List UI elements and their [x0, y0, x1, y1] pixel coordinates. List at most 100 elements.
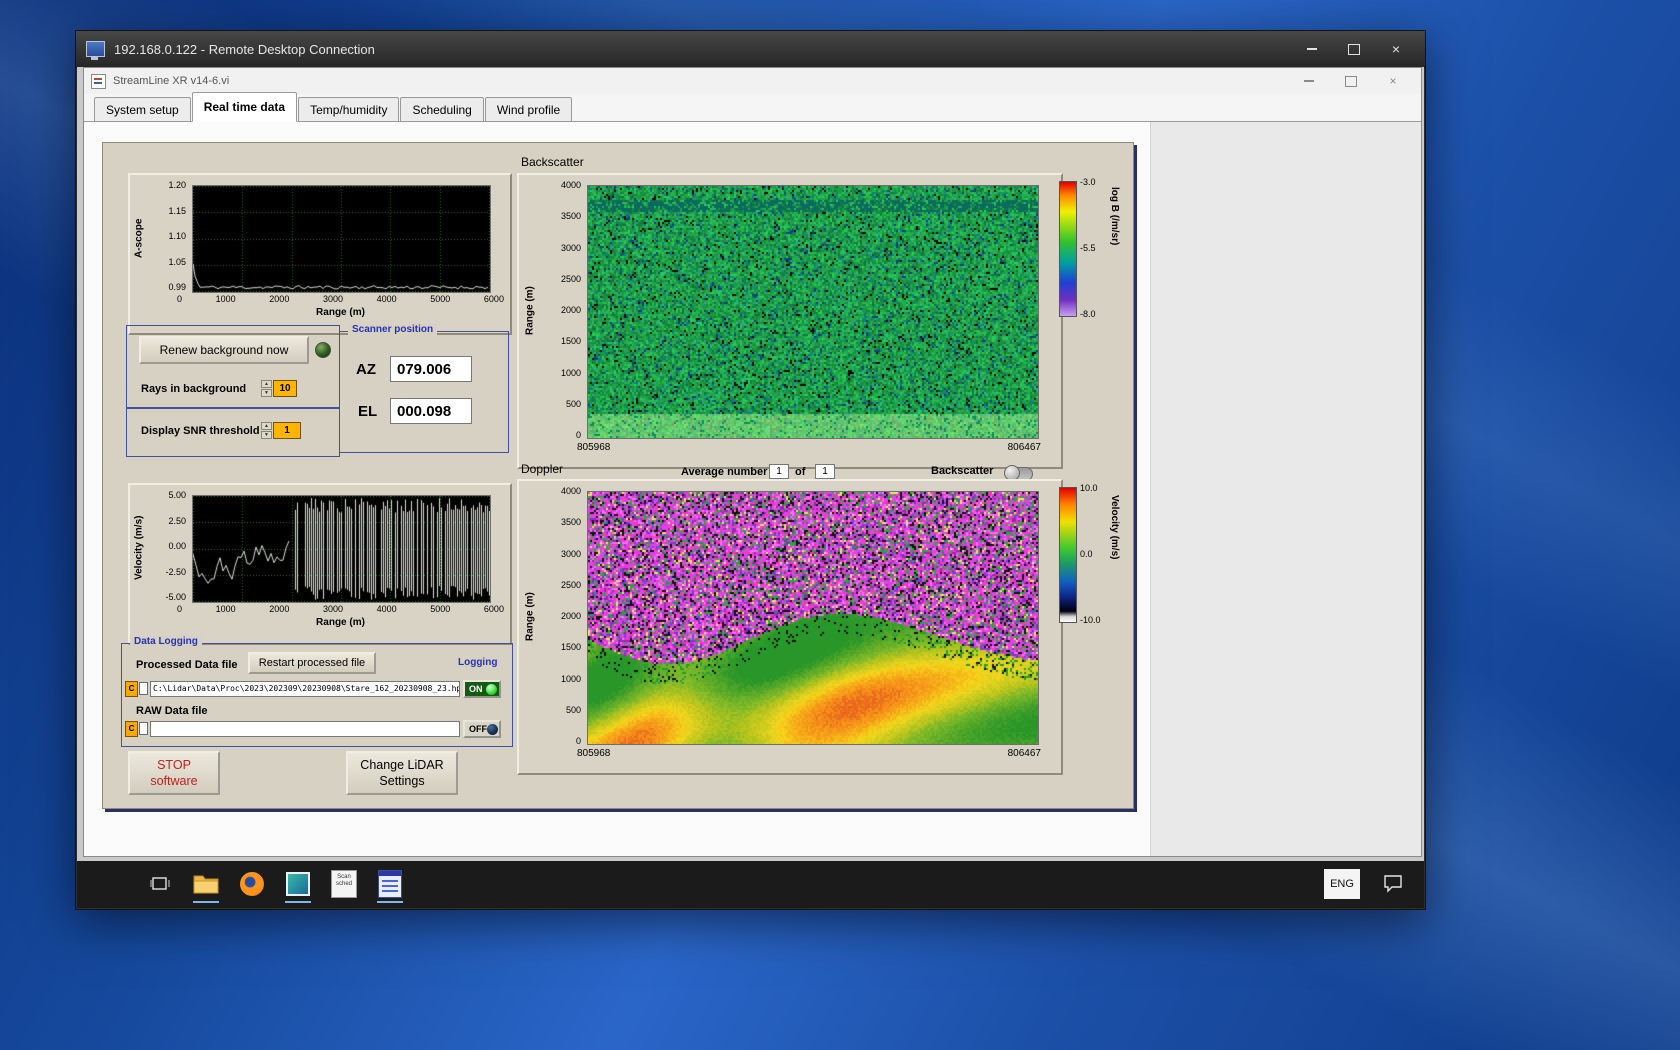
doppler-x-end: 806467 [1008, 748, 1041, 759]
spinner-up-icon[interactable] [261, 380, 272, 388]
spinner-down-icon[interactable] [261, 431, 272, 439]
backscatter-colorbar [1059, 181, 1077, 317]
average-number-label: Average number [681, 466, 767, 478]
processed-browse-icon[interactable] [139, 682, 148, 695]
az-field[interactable]: 079.006 [390, 356, 472, 382]
tick-label: 500 [566, 399, 581, 409]
processed-drive-button[interactable]: C [125, 681, 138, 697]
tab-wind-profile[interactable]: Wind profile [485, 97, 572, 121]
change-lidar-settings-button[interactable]: Change LiDAR Settings [346, 751, 458, 795]
tick-label: 2500 [561, 580, 581, 590]
ascope-yticks: 1.201.151.101.050.99 [154, 180, 186, 292]
velocity-xticks: 0100020003000400050006000 [177, 604, 504, 614]
image-app-icon [286, 872, 310, 896]
ascope-xlabel: Range (m) [192, 307, 489, 318]
notes-app-button[interactable] [370, 864, 410, 904]
backscatter-toggle-label: Backscatter [931, 465, 993, 477]
rays-spinner[interactable] [261, 380, 272, 397]
task-view-button[interactable] [140, 864, 180, 904]
rdc-titlebar[interactable]: 192.168.0.122 - Remote Desktop Connectio… [76, 31, 1425, 68]
raw-data-file-label: RAW Data file [136, 705, 208, 717]
notifications-button[interactable] [1382, 872, 1404, 899]
app-close-button[interactable]: × [1372, 71, 1414, 91]
average-total-field[interactable]: 1 [815, 464, 835, 479]
language-indicator[interactable]: ENG [1324, 869, 1360, 899]
remote-desktop: StreamLine XR v14-6.vi × System setup Re… [77, 67, 1424, 908]
tick-label: -5.00 [165, 592, 186, 602]
tick-label: 6000 [484, 604, 504, 614]
file-explorer-button[interactable] [186, 864, 226, 904]
raw-drive-button[interactable]: C [125, 721, 138, 737]
folder-icon [193, 873, 219, 895]
rdc-minimize-button[interactable] [1293, 37, 1331, 61]
raw-path-field[interactable] [150, 721, 460, 737]
change-line2: Settings [379, 773, 424, 789]
rays-in-background-label: Rays in background [141, 383, 246, 395]
rdc-caption-buttons: × [1293, 37, 1415, 61]
tick-label: 2000 [561, 611, 581, 621]
tick-label: -2.50 [165, 567, 186, 577]
raw-browse-icon[interactable] [139, 722, 148, 735]
tick-label: 1000 [561, 674, 581, 684]
raw-logging-off-button[interactable]: OFF [463, 720, 501, 738]
tick-label: 0 [177, 604, 182, 614]
doppler-colorbar-label: Velocity (m/s) [1109, 495, 1120, 559]
processed-logging-on-button[interactable]: ON [463, 680, 501, 698]
green-led-icon [486, 684, 497, 695]
tick-label: 2000 [269, 294, 289, 304]
scan-sched-button[interactable]: Scan sched [324, 864, 364, 904]
snr-value-field[interactable]: 1 [273, 422, 301, 439]
tick-label: 0.0 [1080, 549, 1110, 559]
stop-software-button[interactable]: STOP software [128, 751, 220, 795]
minimize-icon [1307, 48, 1317, 50]
rays-value-field[interactable]: 10 [273, 380, 297, 397]
tab-bar: System setup Real time data Temp/humidit… [84, 94, 1421, 122]
rdc-window: 192.168.0.122 - Remote Desktop Connectio… [75, 30, 1426, 910]
average-number-field[interactable]: 1 [769, 464, 789, 479]
velocity-ylabel: Velocity (m/s) [132, 495, 146, 601]
rdc-close-button[interactable]: × [1377, 37, 1415, 61]
app-caption-buttons: × [1288, 71, 1414, 91]
dark-led-icon [487, 724, 498, 735]
image-viewer-button[interactable] [278, 864, 318, 904]
task-view-icon [148, 872, 172, 896]
taskbar-icons: Scan sched [137, 864, 413, 904]
rdc-maximize-button[interactable] [1335, 37, 1373, 61]
snr-threshold-group: Display SNR threshold 1 [126, 407, 340, 457]
app-restore-button[interactable] [1330, 71, 1372, 91]
tick-label: 1500 [561, 642, 581, 652]
tick-label: 0.00 [168, 541, 186, 551]
processed-path-field[interactable]: C:\Lidar\Data\Proc\2023\202309\20230908\… [150, 681, 460, 697]
backscatter-x-end: 806467 [1008, 442, 1041, 453]
backscatter-title: Backscatter [521, 155, 584, 169]
on-label: ON [469, 684, 483, 694]
tick-label: 3500 [561, 517, 581, 527]
restart-processed-file-button[interactable]: Restart processed file [248, 652, 376, 674]
firefox-icon [240, 872, 264, 896]
velocity-xlabel: Range (m) [192, 617, 489, 628]
tab-temp-humidity[interactable]: Temp/humidity [298, 97, 399, 121]
ascope-ylabel: A-scope [132, 185, 146, 291]
tab-scheduling[interactable]: Scheduling [400, 97, 483, 121]
tab-real-time-data[interactable]: Real time data [192, 92, 297, 122]
firefox-button[interactable] [232, 864, 272, 904]
snr-spinner[interactable] [261, 422, 272, 439]
app-window-title: StreamLine XR v14-6.vi [113, 75, 1288, 87]
tick-label: 5000 [430, 294, 450, 304]
tick-label: 4000 [561, 486, 581, 496]
doppler-colorbar-ticks: 10.00.0-10.0 [1080, 483, 1110, 625]
spinner-up-icon[interactable] [261, 422, 272, 430]
app-titlebar[interactable]: StreamLine XR v14-6.vi × [84, 68, 1421, 95]
backscatter-yticks: 40003500300025002000150010005000 [541, 180, 581, 440]
renew-background-button[interactable]: Renew background now [139, 336, 309, 364]
el-field[interactable]: 000.098 [390, 398, 472, 424]
rdc-window-title: 192.168.0.122 - Remote Desktop Connectio… [114, 42, 1293, 57]
renew-background-led [315, 342, 331, 358]
tab-system-setup[interactable]: System setup [94, 97, 191, 121]
tick-label: 0 [576, 430, 581, 440]
tick-label: 1.10 [168, 231, 186, 241]
doppler-ylabel: Range (m) [523, 547, 537, 687]
tick-label: 3000 [323, 294, 343, 304]
app-minimize-button[interactable] [1288, 71, 1330, 91]
spinner-down-icon[interactable] [261, 389, 272, 397]
